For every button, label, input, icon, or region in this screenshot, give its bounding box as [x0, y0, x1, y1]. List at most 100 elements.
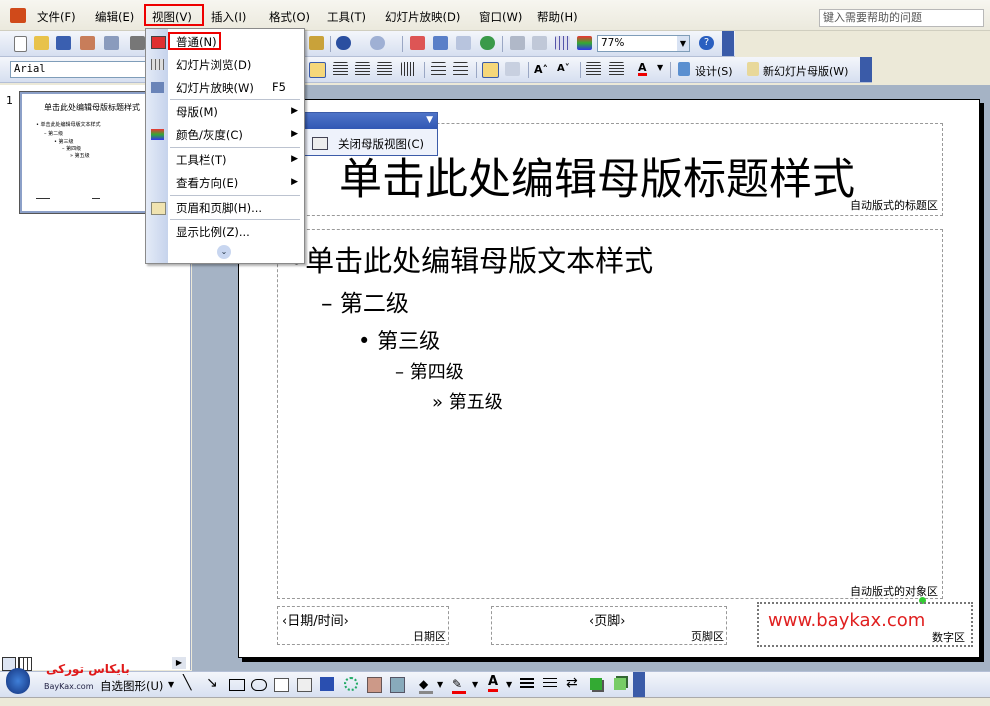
watermark: www.baykax.com — [768, 610, 926, 631]
separator — [402, 36, 403, 52]
view-menu-toolbars[interactable]: 工具栏(T) — [176, 152, 227, 168]
open-icon[interactable] — [34, 36, 49, 50]
decrease-indent-icon[interactable] — [586, 62, 601, 76]
line-style-icon[interactable] — [520, 678, 534, 690]
3d-style-icon[interactable] — [614, 678, 626, 690]
save-icon[interactable] — [56, 36, 71, 50]
insert-table-icon[interactable] — [433, 36, 448, 50]
toolbar-options-icon[interactable] — [722, 31, 734, 56]
line-color-icon[interactable]: ✎ — [452, 677, 466, 694]
object-placeholder[interactable]: •单击此处编辑母版文本样式 – 第二级 • 第三级 – 第四级 » 第五级 自动… — [277, 229, 943, 604]
app-icon[interactable] — [10, 8, 26, 23]
menu-slideshow[interactable]: 幻灯片放映(D) — [385, 9, 460, 25]
shadow-style-icon[interactable] — [590, 678, 602, 690]
arrow-style-icon[interactable]: ⇄ — [566, 675, 578, 691]
decrease-font-icon[interactable]: A˅ — [557, 63, 570, 74]
footer-placeholder[interactable]: ‹页脚› 页脚区 — [491, 606, 727, 645]
redo-icon[interactable] — [370, 36, 385, 50]
help-search-input[interactable]: 键入需要帮助的问题 — [819, 9, 984, 27]
bullets-icon[interactable] — [453, 62, 468, 76]
toolbar-title-bar[interactable]: ▼ — [304, 113, 437, 129]
chevron-down-icon[interactable]: ▼ — [657, 63, 663, 72]
logo-subtext: BayKax.com — [44, 682, 94, 691]
menu-help[interactable]: 帮助(H) — [537, 9, 578, 25]
align-center-icon[interactable] — [333, 62, 348, 76]
tables-borders-icon[interactable] — [456, 36, 471, 50]
thumbnail-line: • 第三级 — [54, 139, 74, 145]
align-right-icon[interactable] — [355, 62, 370, 76]
help-icon[interactable]: ? — [699, 36, 714, 50]
email-icon[interactable] — [104, 36, 119, 50]
vertical-textbox-icon[interactable] — [297, 678, 312, 692]
format-painter-icon[interactable] — [309, 36, 324, 50]
print-icon[interactable] — [130, 36, 145, 50]
font-color-icon[interactable]: A — [488, 675, 499, 692]
design-icon[interactable] — [678, 62, 690, 76]
align-left-icon[interactable] — [309, 62, 326, 78]
view-menu-master[interactable]: 母版(M) — [176, 104, 218, 120]
view-menu-zoom[interactable]: 显示比例(Z)... — [176, 224, 250, 240]
toolbar-options-icon[interactable] — [633, 672, 645, 698]
permission-icon[interactable] — [80, 36, 95, 50]
separator — [670, 62, 671, 78]
fill-color-icon[interactable]: ◆ — [419, 677, 433, 694]
separator — [170, 195, 300, 196]
scroll-right-icon[interactable]: ▶ — [172, 657, 186, 669]
font-color-icon[interactable]: A — [638, 62, 647, 76]
chevron-down-icon[interactable]: ▼ — [426, 115, 433, 125]
body-text: 第二级 — [339, 291, 409, 317]
menu-edit[interactable]: 编辑(E) — [95, 9, 134, 25]
date-placeholder[interactable]: ‹日期/时间› 日期区 — [277, 606, 449, 645]
oval-icon[interactable] — [251, 679, 267, 691]
dash-style-icon[interactable] — [543, 678, 557, 690]
submenu-arrow-icon: ▶ — [291, 154, 298, 164]
distribute-icon[interactable] — [401, 62, 416, 76]
text-direction-rtl-icon[interactable] — [505, 62, 520, 76]
view-menu-header-footer[interactable]: 页眉和页脚(H)... — [176, 200, 262, 216]
view-menu-normal[interactable]: 普通(N) — [176, 34, 217, 50]
rectangle-icon[interactable] — [229, 679, 245, 691]
insert-chart-icon[interactable] — [410, 36, 425, 50]
close-master-view-button[interactable]: 关闭母版视图(C) — [338, 136, 424, 152]
increase-indent-icon[interactable] — [609, 62, 624, 76]
menu-file[interactable]: 文件(F) — [37, 9, 76, 25]
view-menu-slideshow[interactable]: 幻灯片放映(W) — [176, 80, 254, 96]
new-slide-master-icon[interactable] — [747, 62, 759, 76]
view-menu-slide-sorter[interactable]: 幻灯片浏览(D) — [176, 57, 251, 73]
new-slide-master-button[interactable]: 新幻灯片母版(W) — [763, 63, 848, 79]
color-grayscale-icon[interactable] — [577, 36, 592, 50]
textbox-icon[interactable] — [274, 678, 289, 692]
diagram-icon[interactable] — [344, 677, 358, 691]
show-grid-icon[interactable] — [555, 36, 570, 50]
body-text: 第五级 — [448, 392, 503, 413]
menu-format[interactable]: 格式(O) — [269, 9, 310, 25]
show-formatting-icon[interactable] — [532, 36, 547, 50]
view-menu-color-grayscale[interactable]: 颜色/灰度(C) — [176, 127, 243, 143]
line-icon[interactable]: ╲ — [183, 675, 191, 691]
view-menu-orientation[interactable]: 查看方向(E) — [176, 175, 238, 191]
toolbar-options-icon[interactable] — [860, 57, 872, 82]
numbering-icon[interactable] — [431, 62, 446, 76]
undo-icon[interactable] — [336, 36, 351, 50]
new-icon[interactable] — [14, 36, 27, 52]
increase-font-icon[interactable]: A˄ — [534, 63, 548, 76]
expand-all-icon[interactable] — [510, 36, 525, 50]
bullet-icon: » — [432, 392, 444, 413]
font-select[interactable]: Arial — [10, 61, 150, 78]
autoshapes-menu[interactable]: 自选图形(U) — [100, 678, 163, 694]
zoom-select[interactable]: 77% ▼ — [597, 35, 690, 52]
text-direction-ltr-icon[interactable] — [482, 62, 499, 78]
wordart-icon[interactable] — [320, 677, 334, 691]
clipart-icon[interactable] — [367, 677, 382, 693]
justify-icon[interactable] — [377, 62, 392, 76]
submenu-arrow-icon: ▶ — [291, 177, 298, 187]
picture-icon[interactable] — [390, 677, 405, 693]
menu-tools[interactable]: 工具(T) — [327, 9, 366, 25]
master-layout-icon[interactable] — [312, 137, 328, 150]
insert-hyperlink-icon[interactable] — [480, 36, 495, 50]
arrow-icon[interactable]: ↘ — [206, 675, 218, 691]
menu-insert[interactable]: 插入(I) — [211, 9, 246, 25]
design-button[interactable]: 设计(S) — [695, 63, 733, 79]
expand-menu-icon[interactable]: ⌄ — [217, 245, 231, 259]
menu-window[interactable]: 窗口(W) — [479, 9, 522, 25]
